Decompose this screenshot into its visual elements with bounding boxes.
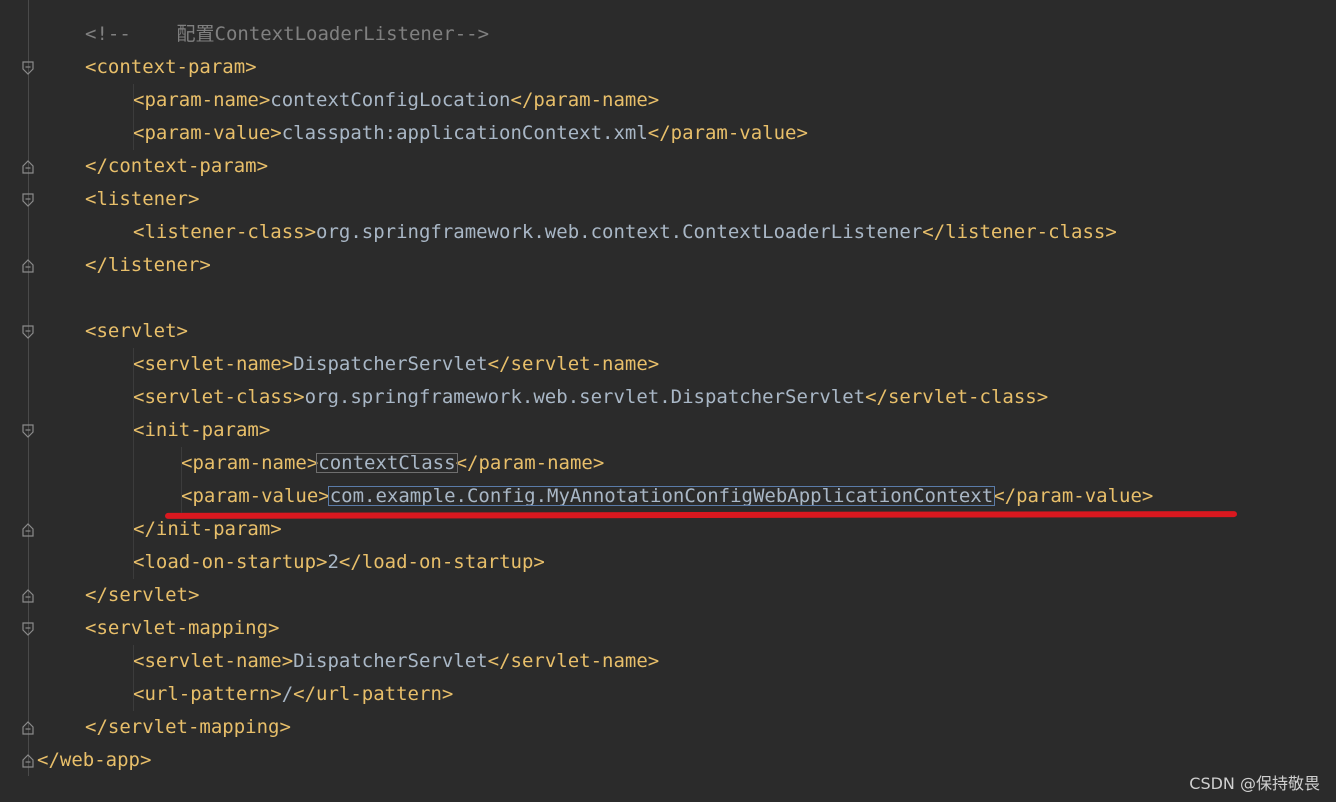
fold-end-icon[interactable] [21, 160, 35, 174]
fold-collapse-icon[interactable] [21, 424, 35, 438]
selection-highlight-box [327, 486, 996, 506]
xml-tag: </servlet-name> [487, 353, 660, 375]
red-annotation-underline [164, 511, 1238, 519]
code-line[interactable]: <servlet-mapping> [85, 612, 279, 645]
xml-tag: </url-pattern> [293, 683, 454, 705]
fold-collapse-icon[interactable] [21, 622, 35, 636]
watermark-text: CSDN @保持敬畏 [1189, 774, 1320, 793]
xml-text: org.springframework.web.context.ContextL… [316, 221, 923, 243]
xml-tag: <param-value> [133, 122, 282, 144]
xml-tag: </web-app> [37, 749, 152, 771]
code-line[interactable]: <listener> [85, 183, 199, 216]
indent-guide [133, 84, 134, 150]
code-line[interactable]: </servlet-mapping> [85, 711, 291, 744]
match-highlight-box [316, 453, 458, 473]
xml-text: DispatcherServlet [293, 353, 488, 375]
fold-end-icon[interactable] [21, 259, 35, 273]
fold-end-icon[interactable] [21, 754, 35, 768]
fold-end-icon[interactable] [21, 721, 35, 735]
code-line[interactable]: <load-on-startup>2</load-on-startup> [133, 546, 545, 579]
xml-tag: </load-on-startup> [338, 551, 545, 573]
code-line[interactable]: </context-param> [85, 150, 268, 183]
code-line[interactable]: </listener> [85, 249, 211, 282]
gutter-divider [28, 0, 29, 802]
xml-tag: </init-param> [133, 518, 282, 540]
xml-text: / [281, 683, 294, 705]
xml-tag: <init-param> [133, 419, 271, 441]
code-line[interactable]: <servlet-class>org.springframework.web.s… [133, 381, 1048, 414]
xml-tag: <context-param> [85, 56, 257, 78]
xml-tag: </param-name> [455, 452, 605, 474]
xml-tag: <servlet-name> [133, 353, 294, 375]
code-line[interactable]: <servlet> [85, 315, 188, 348]
code-line[interactable]: <init-param> [133, 414, 270, 447]
xml-tag: <load-on-startup> [133, 551, 328, 573]
fold-end-icon[interactable] [21, 523, 35, 537]
code-line[interactable]: <param-name>contextConfigLocation</param… [133, 84, 659, 117]
xml-text: 2 [327, 551, 339, 573]
xml-tag: <param-name> [181, 452, 319, 474]
xml-text: contextConfigLocation [270, 89, 511, 111]
fold-collapse-icon[interactable] [21, 325, 35, 339]
xml-comment: <!-- 配置ContextLoaderListener--> [85, 23, 490, 45]
code-line[interactable]: <!-- 配置ContextLoaderListener--> [85, 18, 489, 51]
indent-guide [133, 348, 134, 579]
indent-guide [133, 645, 134, 711]
xml-tag: <servlet> [85, 320, 188, 342]
xml-tag: <param-value> [181, 485, 330, 507]
xml-text: org.springframework.web.servlet.Dispatch… [304, 386, 866, 408]
fold-collapse-icon[interactable] [21, 61, 35, 75]
code-line[interactable]: <servlet-name>DispatcherServlet</servlet… [133, 348, 659, 381]
code-line[interactable]: <param-value>classpath:applicationContex… [133, 117, 808, 150]
xml-tag: </param-value> [993, 485, 1154, 507]
xml-tag: <servlet-class> [133, 386, 305, 408]
code-line[interactable]: <servlet-name>DispatcherServlet</servlet… [133, 645, 659, 678]
xml-tag: <listener-class> [133, 221, 317, 243]
xml-tag: </listener> [85, 254, 211, 276]
xml-tag: </servlet-class> [865, 386, 1049, 408]
xml-tag: <param-name> [133, 89, 271, 111]
fold-end-icon[interactable] [21, 589, 35, 603]
xml-tag: </servlet> [85, 584, 200, 606]
xml-tag: </param-name> [510, 89, 660, 111]
editor-bottom-strip [0, 776, 1336, 802]
code-line[interactable]: </servlet> [85, 579, 199, 612]
fold-collapse-icon[interactable] [21, 193, 35, 207]
code-line[interactable]: <listener-class>org.springframework.web.… [133, 216, 1117, 249]
xml-tag: </listener-class> [922, 221, 1117, 243]
code-line[interactable]: <url-pattern>/</url-pattern> [133, 678, 453, 711]
xml-tag: </servlet-name> [487, 650, 660, 672]
editor-gutter [0, 0, 36, 802]
xml-tag: </param-value> [647, 122, 808, 144]
code-line[interactable]: <context-param> [85, 51, 257, 84]
xml-tag: <listener> [85, 188, 200, 210]
xml-text: DispatcherServlet [293, 650, 488, 672]
xml-tag: </context-param> [85, 155, 269, 177]
code-line[interactable]: </web-app> [37, 744, 151, 777]
xml-tag: <servlet-name> [133, 650, 294, 672]
xml-text: classpath:applicationContext.xml [281, 122, 648, 144]
xml-tag: </servlet-mapping> [85, 716, 291, 738]
xml-tag: <url-pattern> [133, 683, 282, 705]
indent-guide [181, 447, 182, 513]
xml-tag: <servlet-mapping> [85, 617, 280, 639]
